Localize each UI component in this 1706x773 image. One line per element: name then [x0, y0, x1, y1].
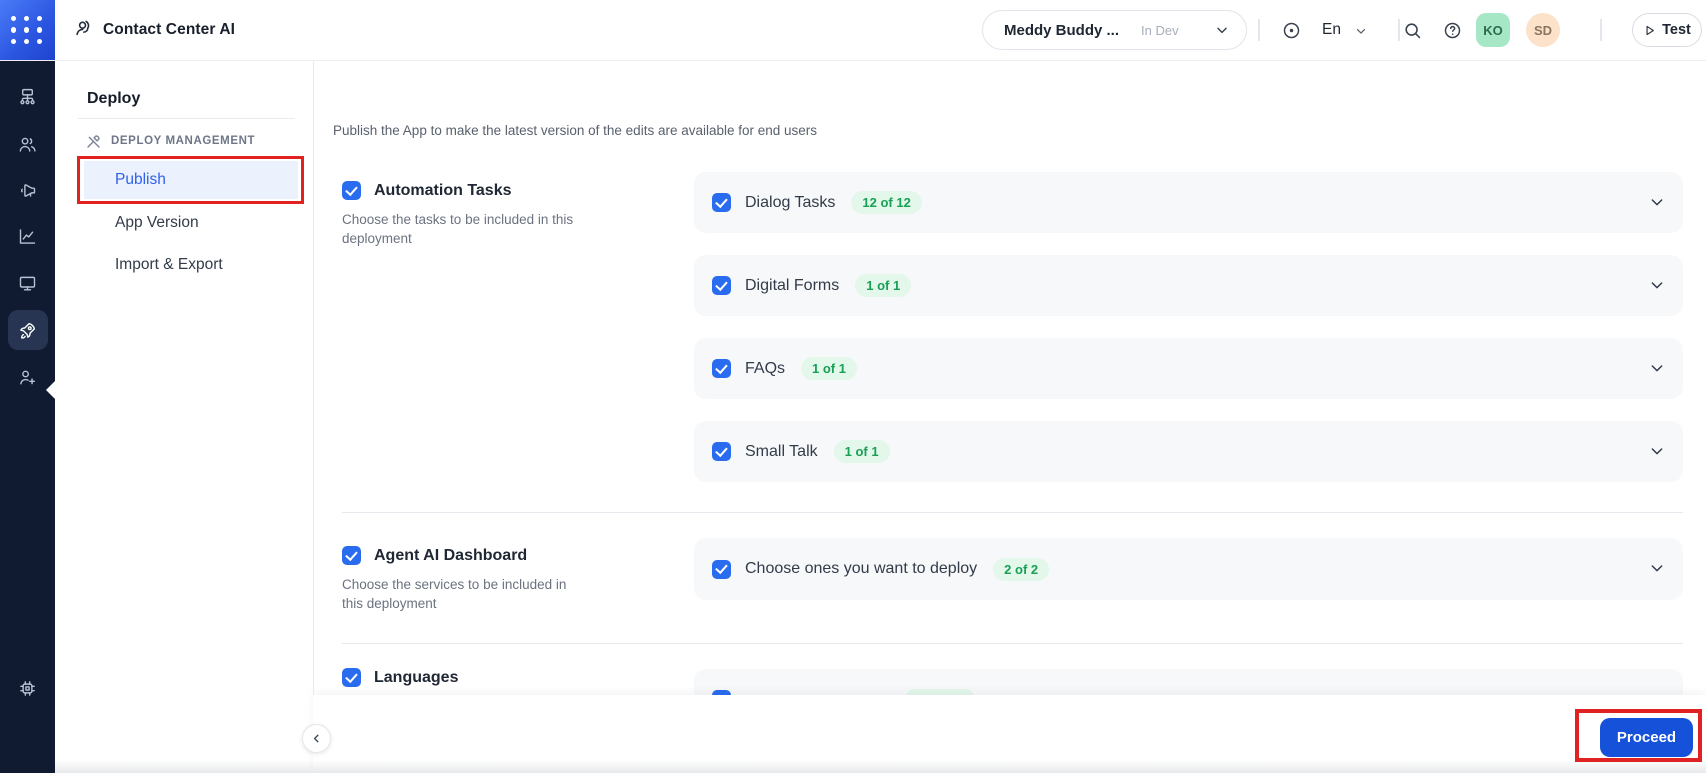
- row-deploy-services[interactable]: Choose ones you want to deploy 2 of 2: [694, 538, 1683, 600]
- row-label: Small Talk: [745, 442, 818, 460]
- row-dialog-tasks[interactable]: Dialog Tasks 12 of 12: [694, 172, 1683, 233]
- section-description: Choose the tasks to be included in this …: [342, 212, 574, 246]
- app-selector-name: Meddy Buddy ...: [1004, 21, 1120, 39]
- sidebar-item-deploy[interactable]: [7, 310, 48, 350]
- sidebar-item-analytics[interactable]: [8, 216, 48, 256]
- sidebar-item-channels[interactable]: [8, 263, 48, 303]
- chevron-down-icon[interactable]: [1354, 24, 1368, 43]
- goal-target-icon[interactable]: [1281, 20, 1302, 41]
- sidebar-title: Deploy: [87, 90, 141, 107]
- section-agent-ai-dashboard: Agent AI Dashboard: [342, 546, 527, 565]
- row-faqs[interactable]: FAQs 1 of 1: [694, 338, 1683, 399]
- sidebar-group-label: DEPLOY MANAGEMENT: [111, 135, 256, 147]
- chevron-down-icon[interactable]: [1649, 443, 1665, 464]
- footer-bar: [313, 695, 1706, 773]
- row-label: Digital Forms: [745, 276, 840, 294]
- sidebar-item-automation[interactable]: [8, 77, 48, 117]
- search-icon[interactable]: [1402, 20, 1423, 41]
- sidebar-item-import-export[interactable]: Import & Export: [115, 252, 223, 278]
- chevron-down-icon[interactable]: [1649, 194, 1665, 215]
- checkbox-deploy-services[interactable]: [712, 559, 731, 579]
- section-divider: [342, 643, 1683, 644]
- checkbox-automation-tasks[interactable]: [342, 181, 361, 200]
- help-icon[interactable]: [1442, 20, 1463, 41]
- sidebar-group-deploy-management: DEPLOY MANAGEMENT: [85, 132, 255, 150]
- chevron-left-icon: [313, 734, 319, 743]
- tools-icon: [87, 134, 100, 148]
- section-label: Languages: [374, 668, 459, 686]
- checkbox-dialog-tasks[interactable]: [712, 193, 731, 212]
- user-plus-icon: [20, 370, 36, 384]
- section-description: Choose the services to be included in th…: [342, 577, 567, 611]
- section-languages: Languages: [342, 668, 458, 687]
- play-icon: [1646, 25, 1654, 35]
- count-badge: 1 of 1: [833, 440, 890, 463]
- row-small-talk[interactable]: Small Talk 1 of 1: [694, 421, 1683, 482]
- annotation-box-publish: [77, 156, 304, 204]
- sidebar-item-app-version[interactable]: App Version: [115, 210, 199, 236]
- rocket-icon: [20, 322, 36, 339]
- chevron-down-icon[interactable]: [1649, 360, 1665, 381]
- sidebar-item-invite[interactable]: [8, 357, 48, 397]
- grid-dots-icon: [11, 15, 44, 45]
- test-button-label: Test: [1662, 22, 1691, 38]
- chip-icon: [20, 680, 35, 696]
- app-status-badge: In Dev: [1141, 22, 1179, 38]
- header-divider: [1258, 19, 1260, 41]
- app-brand: Contact Center AI: [72, 0, 235, 60]
- count-badge: 1 of 1: [855, 274, 912, 297]
- avatar[interactable]: KO: [1476, 13, 1510, 47]
- count-badge: 12 of 12: [851, 191, 922, 214]
- checkbox-faqs[interactable]: [712, 359, 731, 378]
- page-subtitle: Publish the App to make the latest versi…: [333, 123, 818, 138]
- sidebar-item-campaigns[interactable]: [8, 170, 48, 210]
- section-automation-tasks: Automation Tasks: [342, 181, 512, 200]
- header-divider: [1398, 19, 1400, 41]
- app-selector-dropdown[interactable]: Meddy Buddy ... In Dev: [982, 10, 1247, 50]
- section-label: Agent AI Dashboard: [374, 546, 528, 564]
- sidebar-collapse-button[interactable]: [302, 724, 331, 753]
- row-label: Dialog Tasks: [745, 193, 836, 211]
- test-button[interactable]: Test: [1632, 13, 1702, 47]
- checkbox-digital-forms[interactable]: [712, 276, 731, 295]
- sidebar-divider: [78, 118, 295, 119]
- language-selector[interactable]: En: [1322, 0, 1341, 60]
- checkbox-languages[interactable]: [342, 668, 361, 687]
- language-code: En: [1322, 21, 1341, 38]
- checkbox-small-talk[interactable]: [712, 442, 731, 461]
- count-badge: 1 of 1: [801, 357, 857, 380]
- avatar[interactable]: SD: [1526, 13, 1560, 47]
- count-badge: 2 of 2: [993, 557, 1050, 581]
- checkbox-agent-ai-dashboard[interactable]: [342, 546, 361, 565]
- sidebar-item-settings[interactable]: [8, 668, 48, 708]
- chevron-down-icon: [1217, 27, 1227, 34]
- sitemap-icon: [20, 88, 35, 104]
- section-label: Automation Tasks: [374, 181, 512, 199]
- publish-page: [314, 60, 1706, 773]
- annotation-box-proceed: [1575, 709, 1702, 762]
- line-chart-icon: [19, 228, 36, 244]
- deploy-sidebar: Deploy DEPLOY MANAGEMENT Publish App Ver…: [55, 60, 314, 773]
- megaphone-icon: [20, 183, 36, 197]
- top-header: Contact Center AI Meddy Buddy ... In Dev…: [0, 0, 1706, 61]
- icon-rail: [0, 60, 55, 773]
- chevron-down-icon[interactable]: [1649, 560, 1665, 581]
- section-divider: [342, 512, 1683, 513]
- app-title: Contact Center AI: [103, 21, 236, 38]
- row-label: Choose ones you want to deploy: [745, 560, 978, 577]
- agent-headset-icon: [72, 17, 94, 44]
- sidebar-item-users[interactable]: [8, 124, 48, 164]
- app-launcher-button[interactable]: [0, 0, 55, 60]
- row-label: FAQs: [745, 359, 786, 377]
- header-divider: [1600, 19, 1602, 41]
- monitor-icon: [19, 276, 36, 290]
- chevron-down-icon[interactable]: [1649, 277, 1665, 298]
- users-icon: [19, 137, 36, 152]
- app-window: Contact Center AI Meddy Buddy ... In Dev…: [0, 0, 1706, 773]
- row-digital-forms[interactable]: Digital Forms 1 of 1: [694, 255, 1683, 316]
